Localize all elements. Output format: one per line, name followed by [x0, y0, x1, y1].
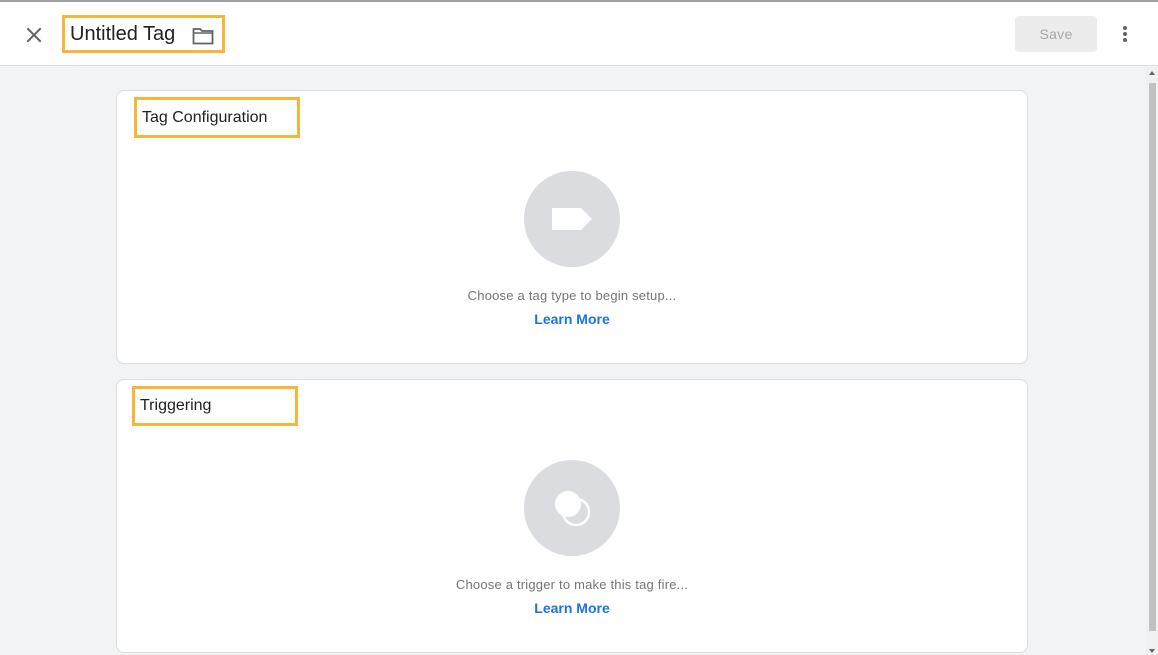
- triggering-title: Triggering: [140, 397, 212, 414]
- triggering-card[interactable]: Triggering Choose a trigger to make this…: [116, 379, 1028, 653]
- scroll-thumb[interactable]: [1149, 83, 1156, 631]
- trigger-icon: [555, 491, 591, 527]
- tag-configuration-learn-more-link[interactable]: Learn More: [117, 311, 1027, 327]
- scroll-down-icon[interactable]: [1149, 649, 1155, 653]
- folder-icon[interactable]: [192, 27, 214, 45]
- tag-configuration-highlight: Tag Configuration: [134, 97, 300, 138]
- tag-configuration-title: Tag Configuration: [142, 108, 268, 126]
- trigger-placeholder[interactable]: [524, 460, 620, 556]
- close-button[interactable]: [19, 20, 49, 50]
- tag-name-title[interactable]: Untitled Tag: [70, 23, 175, 46]
- triggering-learn-more-link[interactable]: Learn More: [117, 600, 1027, 616]
- close-icon: [26, 27, 42, 43]
- tag-name-highlight: Untitled Tag: [62, 15, 225, 53]
- scrollbar[interactable]: [1146, 67, 1158, 655]
- more-options-button[interactable]: [1112, 18, 1138, 50]
- tag-configuration-card[interactable]: Tag Configuration Choose a tag type to b…: [116, 90, 1028, 364]
- scroll-up-icon[interactable]: [1149, 71, 1155, 75]
- tag-editor-header: Untitled Tag Save: [0, 2, 1158, 66]
- triggering-hint: Choose a trigger to make this tag fire..…: [455, 577, 689, 592]
- tag-icon: [552, 208, 592, 230]
- tag-configuration-hint: Choose a tag type to begin setup...: [467, 288, 677, 303]
- more-vert-icon: [1123, 26, 1127, 42]
- tag-type-placeholder[interactable]: [524, 171, 620, 267]
- save-button[interactable]: Save: [1015, 16, 1097, 52]
- triggering-highlight: Triggering: [132, 386, 298, 426]
